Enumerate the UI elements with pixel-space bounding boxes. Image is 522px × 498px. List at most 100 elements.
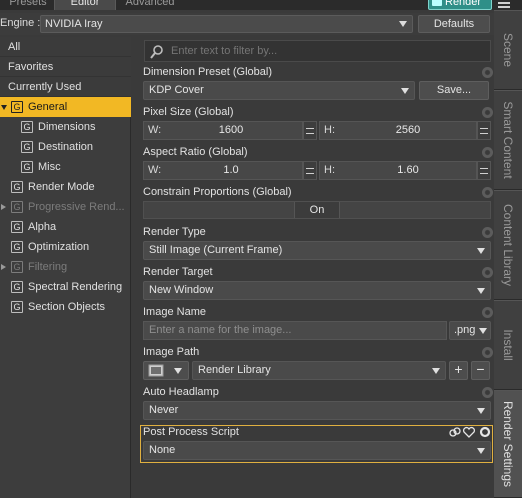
group-g-icon: G	[11, 221, 23, 233]
tree-item-alpha[interactable]: G Alpha	[0, 217, 131, 237]
camera-icon	[432, 0, 442, 6]
image-extension-value: .png	[454, 324, 476, 336]
tab-presets[interactable]: Presets	[6, 0, 50, 10]
gear-icon[interactable]	[482, 187, 493, 198]
tree-item-label: Dimensions	[38, 121, 96, 133]
tree-all[interactable]: All	[0, 37, 131, 57]
auto-headlamp-select[interactable]: Never	[143, 401, 491, 420]
render-type-select[interactable]: Still Image (Current Frame)	[143, 241, 491, 260]
image-path-browse-button[interactable]	[143, 361, 189, 380]
gear-icon[interactable]	[482, 147, 493, 158]
height-label: H:	[324, 164, 335, 176]
side-tab-content-library[interactable]: Content Library	[494, 190, 522, 300]
width-label: W:	[148, 164, 162, 176]
save-preset-button[interactable]: Save...	[419, 81, 489, 100]
engine-select[interactable]: NVIDIA Iray	[40, 15, 413, 33]
tree-item-dimensions[interactable]: G Dimensions	[0, 117, 131, 137]
gear-icon[interactable]	[482, 267, 493, 278]
render-button[interactable]: Render	[428, 0, 492, 10]
gear-icon[interactable]	[482, 307, 493, 318]
side-tab-label: Content Library	[501, 203, 515, 287]
search-icon	[150, 45, 163, 59]
aspect-height-value: 1.60	[397, 164, 419, 176]
dimension-preset-label: Dimension Preset (Global)	[143, 66, 272, 78]
gear-icon[interactable]	[482, 67, 493, 78]
group-g-icon: G	[11, 241, 23, 253]
aspect-width-value: 1.0	[223, 164, 239, 176]
side-tab-install[interactable]: Install	[494, 300, 522, 390]
gear-icon[interactable]	[482, 387, 493, 398]
tree-item-label: Render Mode	[28, 181, 95, 193]
tree-item-render-mode[interactable]: G Render Mode	[0, 177, 131, 197]
expand-arrow-icon[interactable]	[1, 204, 6, 210]
constrain-proportions-toggle[interactable]: On	[294, 202, 340, 218]
pane-menu-icon[interactable]	[498, 0, 510, 10]
side-tab-smart-content[interactable]: Smart Content	[494, 90, 522, 190]
aspect-height-field[interactable]: H: 1.60	[319, 161, 477, 180]
image-name-input[interactable]: Enter a name for the image...	[143, 321, 447, 340]
chevron-down-icon	[477, 448, 485, 454]
tree-item-destination[interactable]: G Destination	[0, 137, 131, 157]
pixel-width-stepper[interactable]	[303, 121, 317, 140]
tree-item-general[interactable]: G General	[0, 97, 131, 117]
defaults-button[interactable]: Defaults	[418, 15, 490, 33]
tree-favorites[interactable]: Favorites	[0, 57, 131, 77]
gear-icon	[479, 426, 491, 438]
tree-item-label: Progressive Rend...	[28, 201, 125, 213]
render-button-label: Render	[445, 0, 482, 8]
expand-arrow-icon[interactable]	[1, 105, 7, 110]
property-icons	[449, 426, 491, 438]
tree-currently-used[interactable]: Currently Used	[0, 77, 131, 97]
remove-path-button[interactable]: −	[471, 361, 490, 380]
link-icon	[449, 427, 461, 437]
gear-icon[interactable]	[482, 347, 493, 358]
tree-item-progressive-rendering[interactable]: G Progressive Rend...	[0, 197, 131, 217]
tree-item-optimization[interactable]: G Optimization	[0, 237, 131, 257]
pixel-height-field[interactable]: H: 2560	[319, 121, 477, 140]
tab-editor[interactable]: Editor	[54, 0, 116, 10]
group-g-icon: G	[11, 281, 23, 293]
image-extension-select[interactable]: .png	[449, 321, 491, 340]
aspect-width-field[interactable]: W: 1.0	[143, 161, 303, 180]
chevron-down-icon	[479, 328, 487, 334]
tree-item-misc[interactable]: G Misc	[0, 157, 131, 177]
engine-value: NVIDIA Iray	[45, 18, 103, 30]
gear-icon[interactable]	[482, 107, 493, 118]
tab-advanced[interactable]: Advanced	[120, 0, 180, 10]
expand-arrow-icon[interactable]	[1, 264, 6, 270]
engine-label: Engine :	[0, 17, 41, 29]
group-g-icon: G	[21, 121, 33, 133]
pixel-width-field[interactable]: W: 1600	[143, 121, 303, 140]
tree-item-label: Section Objects	[28, 301, 106, 313]
pixel-size-label: Pixel Size (Global)	[143, 106, 234, 118]
chevron-down-icon	[399, 21, 407, 27]
tree-item-section-objects[interactable]: G Section Objects	[0, 297, 131, 317]
chevron-down-icon	[174, 368, 182, 374]
add-path-button[interactable]: +	[449, 361, 468, 380]
dimension-preset-select[interactable]: KDP Cover	[143, 81, 415, 100]
settings-list: Dimension Preset (Global) KDP Cover Save…	[138, 37, 494, 498]
filter-bar	[144, 40, 491, 62]
filter-input[interactable]	[171, 43, 471, 59]
render-type-label: Render Type	[143, 226, 206, 238]
engine-row: Engine : NVIDIA Iray Defaults	[0, 13, 496, 35]
side-tab-render-settings[interactable]: Render Settings	[494, 390, 522, 498]
aspect-height-stepper[interactable]	[477, 161, 491, 180]
tree-item-label: Filtering	[28, 261, 68, 273]
chevron-down-icon	[477, 248, 485, 254]
settings-tree: All Favorites Currently Used G General G…	[0, 37, 131, 498]
pixel-height-value: 2560	[395, 124, 421, 136]
tree-item-filtering[interactable]: G Filtering	[0, 257, 131, 277]
tree-item-label: Misc	[38, 161, 61, 173]
aspect-width-stepper[interactable]	[303, 161, 317, 180]
post-process-select[interactable]: None	[143, 441, 491, 460]
side-tab-scene[interactable]: Scene	[494, 10, 522, 90]
tree-item-spectral-rendering[interactable]: G Spectral Rendering	[0, 277, 131, 297]
tree-item-label: Spectral Rendering	[28, 281, 123, 293]
chevron-down-icon	[432, 368, 440, 374]
tree-item-label: General	[28, 101, 68, 113]
image-path-select[interactable]: Render Library	[192, 361, 446, 380]
gear-icon[interactable]	[482, 227, 493, 238]
pixel-height-stepper[interactable]	[477, 121, 491, 140]
render-target-select[interactable]: New Window	[143, 281, 491, 300]
